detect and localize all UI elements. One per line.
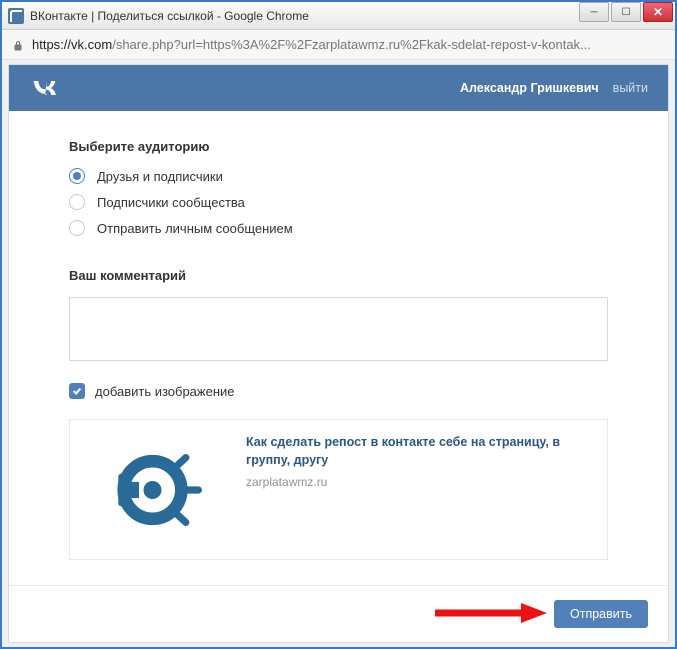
link-preview: Как сделать репост в контакте себе на ст… — [69, 419, 608, 560]
preview-title: Как сделать репост в контакте себе на ст… — [246, 434, 595, 469]
chrome-window: ВКонтакте | Поделиться ссылкой - Google … — [2, 2, 675, 647]
audience-radio-group: Друзья и подписчики Подписчики сообществ… — [69, 168, 608, 246]
comment-textarea[interactable] — [69, 297, 608, 361]
radio-icon — [69, 168, 85, 184]
preview-domain: zarplatawmz.ru — [246, 475, 595, 489]
radio-private-message[interactable]: Отправить личным сообщением — [69, 220, 608, 236]
radio-friends[interactable]: Друзья и подписчики — [69, 168, 608, 184]
radio-icon — [69, 194, 85, 210]
share-form: Выберите аудиторию Друзья и подписчики П… — [9, 111, 668, 585]
username-label: Александр Гришкевич — [460, 81, 599, 95]
lock-icon — [12, 39, 24, 51]
share-footer: Отправить — [9, 585, 668, 642]
submit-button[interactable]: Отправить — [554, 600, 648, 628]
preview-thumbnail — [82, 432, 232, 547]
radio-label: Подписчики сообщества — [97, 195, 245, 210]
vk-logo-icon — [29, 74, 57, 102]
radio-community[interactable]: Подписчики сообщества — [69, 194, 608, 210]
radio-icon — [69, 220, 85, 236]
checkbox-icon — [69, 383, 85, 399]
window-titlebar: ВКонтакте | Поделиться ссылкой - Google … — [2, 2, 675, 30]
window-title: ВКонтакте | Поделиться ссылкой - Google … — [30, 9, 579, 23]
window-buttons: ─ ☐ ✕ — [579, 2, 675, 29]
share-panel: Александр Гришкевич выйти Выберите аудит… — [8, 64, 669, 643]
add-image-label: добавить изображение — [95, 384, 235, 399]
vk-header: Александр Гришкевич выйти — [9, 65, 668, 111]
radio-label: Отправить личным сообщением — [97, 221, 293, 236]
comment-heading: Ваш комментарий — [69, 268, 608, 283]
maximize-button[interactable]: ☐ — [611, 2, 641, 22]
url-text: https://vk.com/share.php?url=https%3A%2F… — [32, 37, 665, 52]
vk-favicon — [8, 8, 24, 24]
preview-meta: Как сделать репост в контакте себе на ст… — [246, 432, 595, 547]
address-bar[interactable]: https://vk.com/share.php?url=https%3A%2F… — [2, 30, 675, 60]
radio-label: Друзья и подписчики — [97, 169, 223, 184]
audience-heading: Выберите аудиторию — [69, 139, 608, 154]
add-image-checkbox-row[interactable]: добавить изображение — [69, 383, 608, 399]
minimize-button[interactable]: ─ — [579, 2, 609, 22]
annotation-arrow-icon — [433, 602, 548, 624]
close-button[interactable]: ✕ — [643, 2, 673, 22]
logout-link[interactable]: выйти — [613, 81, 648, 95]
content-area: Александр Гришкевич выйти Выберите аудит… — [2, 60, 675, 647]
